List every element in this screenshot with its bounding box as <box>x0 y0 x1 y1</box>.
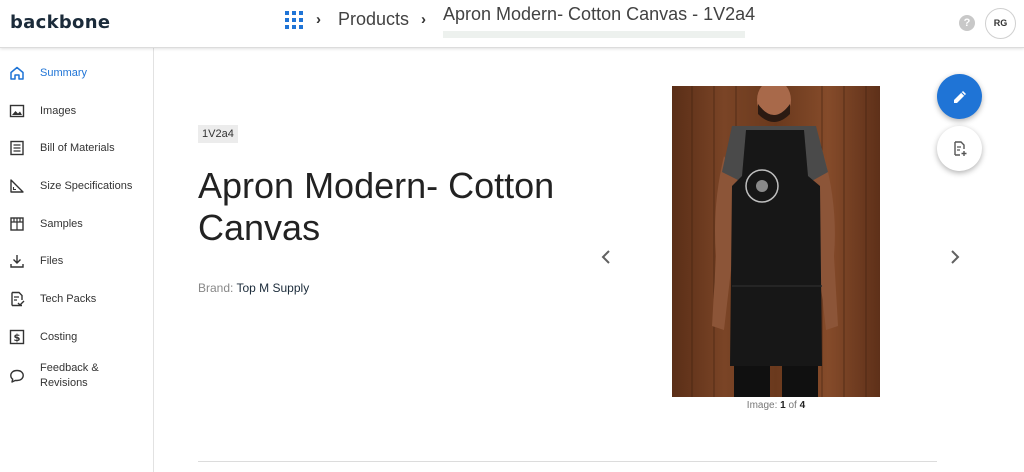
sidebar-item-label-line2: Revisions <box>40 377 88 389</box>
ruler-icon <box>9 178 25 194</box>
product-image[interactable] <box>672 86 880 397</box>
app-logo[interactable]: backbone <box>10 12 110 33</box>
sidebar-item-label: Feedback & Revisions <box>40 361 99 391</box>
sidebar-item-label: Costing <box>40 330 78 343</box>
sidebar: Summary Images Bill of Materials Size Sp… <box>0 48 154 472</box>
sku-badge: 1V2a4 <box>198 125 238 143</box>
sidebar-item-images[interactable]: Images <box>0 96 153 126</box>
sidebar-item-size-specifications[interactable]: Size Specifications <box>0 171 153 201</box>
image-counter-of: of <box>788 400 797 411</box>
help-icon[interactable]: ? <box>959 15 975 31</box>
add-document-button[interactable] <box>937 126 982 171</box>
edit-button[interactable] <box>937 74 982 119</box>
sidebar-item-tech-packs[interactable]: Tech Packs <box>0 284 153 314</box>
image-counter-label: Image: <box>746 400 778 411</box>
sidebar-item-files[interactable]: Files <box>0 246 153 276</box>
chat-icon <box>9 368 25 384</box>
dollar-icon: $ <box>9 329 25 345</box>
sidebar-item-costing[interactable]: $ Costing <box>0 322 153 352</box>
home-icon <box>9 65 25 81</box>
brand-label: Brand: <box>198 281 234 295</box>
doc-check-icon <box>9 291 25 307</box>
sidebar-item-bill-of-materials[interactable]: Bill of Materials <box>0 133 153 163</box>
chevron-right-icon: › <box>316 11 321 28</box>
previous-image-button[interactable] <box>600 249 612 265</box>
sidebar-item-label: Files <box>40 254 64 267</box>
svg-text:$: $ <box>14 333 21 344</box>
chevron-left-icon <box>601 250 610 264</box>
product-title: Apron Modern- Cotton Canvas <box>198 165 555 248</box>
sidebar-item-label: Summary <box>40 66 88 79</box>
sidebar-item-label: Tech Packs <box>40 292 97 305</box>
sidebar-item-label-line1: Feedback & <box>40 362 99 374</box>
top-bar: backbone › Products › Apron Modern- Cott… <box>0 0 1024 48</box>
sidebar-item-label: Size Specifications <box>40 179 133 192</box>
section-divider <box>198 461 937 462</box>
brand-value[interactable]: Top M Supply <box>236 281 309 295</box>
doc-add-icon <box>953 140 966 156</box>
sidebar-item-label: Samples <box>40 217 83 230</box>
brand-row: Brand: Top M Supply <box>198 281 309 295</box>
list-icon <box>9 140 25 156</box>
download-icon <box>9 253 25 269</box>
chevron-right-icon: › <box>421 11 426 28</box>
image-counter-total: 4 <box>799 400 806 411</box>
breadcrumb-current-product: Apron Modern- Cotton Canvas - 1V2a4 <box>443 4 755 38</box>
image-counter-current: 1 <box>780 400 786 411</box>
breadcrumb-products[interactable]: Products <box>338 9 409 30</box>
chevron-right-icon <box>951 250 960 264</box>
image-counter: Image: 1 of 4 <box>672 400 880 411</box>
sidebar-item-feedback-revisions[interactable]: Feedback & Revisions <box>0 358 153 394</box>
sidebar-item-samples[interactable]: Samples <box>0 209 153 239</box>
next-image-button[interactable] <box>949 249 961 265</box>
sidebar-item-summary[interactable]: Summary <box>0 58 153 88</box>
sidebar-item-label: Bill of Materials <box>40 141 115 154</box>
sidebar-item-label: Images <box>40 104 77 117</box>
pencil-icon <box>953 90 966 103</box>
user-avatar[interactable]: RG <box>985 8 1016 39</box>
package-icon <box>9 216 25 232</box>
apps-grid-icon[interactable] <box>285 11 303 29</box>
image-icon <box>9 103 25 119</box>
